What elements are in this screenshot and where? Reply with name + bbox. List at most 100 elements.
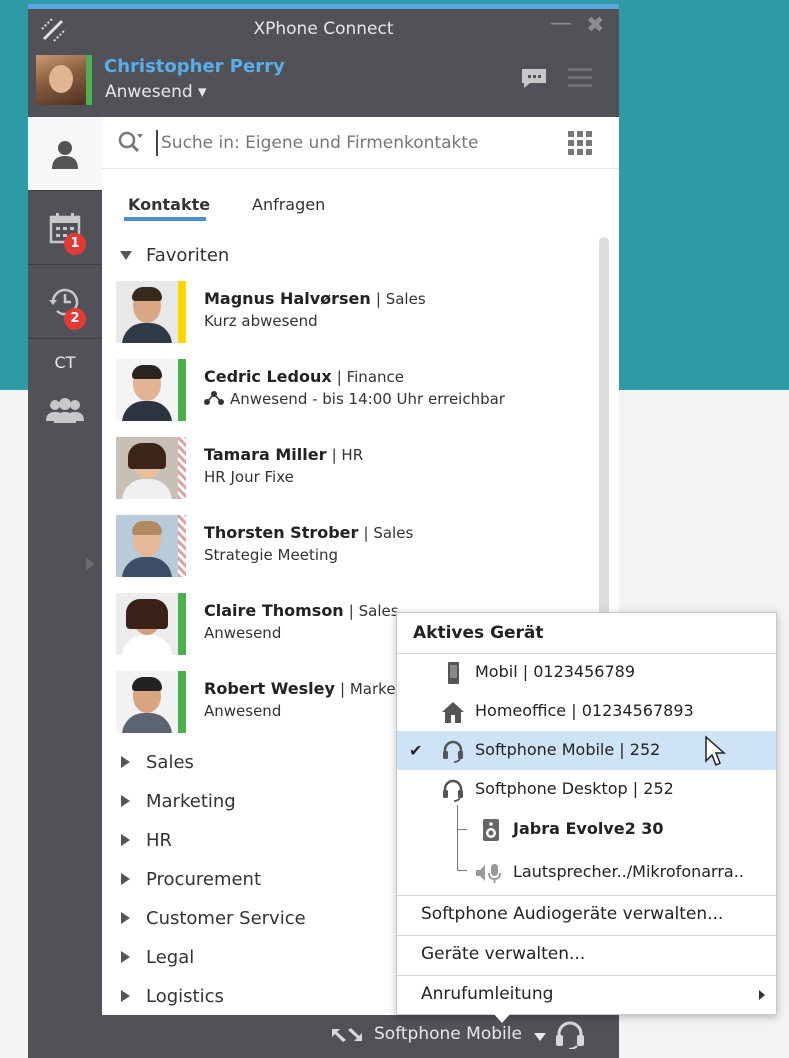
contact-name: Tamara Miller [204,445,327,464]
contact-status: Kurz abwesend [204,312,318,330]
user-status-dropdown[interactable]: Anwesend ▾ [105,82,207,102]
contact-status: Anwesend - bis 14:00 Uhr erreichbar [230,390,505,408]
presence-indicator [178,359,186,421]
headset-icon [443,740,463,763]
group-label: Logistics [146,986,224,1007]
expand-arrow-icon[interactable] [86,557,94,571]
share-icon [204,391,224,405]
expand-triangle-icon [121,834,130,846]
expand-triangle-icon [121,990,130,1002]
contact-photo [116,437,178,499]
expand-triangle-icon [121,756,130,768]
device-label: Softphone Desktop | 252 [475,779,674,798]
speaker-microphone-icon [476,864,501,883]
contact-department: | Market [340,680,402,698]
device-label: Mobil | 0123456789 [475,662,635,681]
device-dropdown-caret-icon[interactable] [534,1033,546,1041]
contact-name: Cedric Ledoux [204,367,332,386]
contact-department: | HR [331,446,364,464]
left-navigation: 1 2 CT [28,117,102,1015]
contact-tabs: Kontakte Anfragen [102,169,619,221]
expand-triangle-icon [121,873,130,885]
contact-photo [116,281,178,343]
nav-ct[interactable]: CT [28,339,102,385]
device-label: Lautsprecher../Mikrofonarra.. [513,862,744,881]
contact-department: | Sales [375,290,426,308]
sub-device-jabra[interactable]: Jabra Evolve2 30 [397,810,776,849]
contact-status: Anwesend [204,624,282,642]
active-device-menu: Aktives Gerät Mobil | 0123456789 Homeoff… [396,612,777,1015]
dialpad-grid-icon[interactable] [568,131,592,155]
contact-department: | Finance [336,368,404,386]
presence-indicator [178,515,186,577]
group-icon [46,398,84,423]
device-label: Softphone Mobile | 252 [475,740,661,759]
presence-indicator [178,437,186,499]
sub-device-speaker-mic[interactable]: Lautsprecher../Mikrofonarra.. [397,853,776,892]
group-favorites[interactable]: Favoriten [102,238,598,277]
tab-contacts[interactable]: Kontakte [128,195,210,214]
call-forwarding-item[interactable]: Anrufumleitung [397,975,776,1015]
contact-photo [116,359,178,421]
manage-audio-devices-item[interactable]: Softphone Audiogeräte verwalten... [397,895,776,935]
contact-name: Thorsten Strober [204,523,359,542]
manage-devices-item[interactable]: Geräte verwalten... [397,935,776,975]
user-avatar[interactable] [36,55,86,105]
home-icon [442,702,464,723]
active-tab-indicator [124,217,206,221]
headset-icon[interactable] [554,1021,586,1049]
contact-row[interactable]: Cedric Ledoux | Finance Anwesend - bis 1… [102,355,598,433]
status-bar: Softphone Mobile [102,1015,619,1054]
headset-icon [443,779,463,802]
device-item-mobil[interactable]: Mobil | 0123456789 [397,653,776,692]
contact-name: Robert Wesley [204,679,335,698]
submenu-arrow-icon [759,990,765,1000]
contact-status: Strategie Meeting [204,546,339,564]
group-label: Customer Service [146,908,306,929]
contact-photo [116,515,178,577]
nav-history[interactable]: 2 [28,265,102,339]
person-icon [52,140,78,169]
user-presence-indicator [86,55,92,105]
device-label: Homeoffice | 01234567893 [475,701,694,720]
contact-row[interactable]: Thorsten Strober | Sales Strategie Meeti… [102,511,598,589]
title-bar[interactable]: XPhone Connect — ✖ [28,9,619,53]
checkmark-icon: ✔ [409,741,423,760]
active-device-label[interactable]: Softphone Mobile [374,1024,522,1044]
contact-photo [116,593,178,655]
user-name: Christopher Perry [104,56,285,77]
swap-arrows-icon[interactable] [330,1027,364,1043]
close-button[interactable]: ✖ [586,15,604,37]
mobile-phone-icon [448,662,459,684]
presence-indicator [178,671,186,733]
history-badge: 2 [64,308,86,330]
nav-contacts[interactable] [28,117,102,191]
contact-row[interactable]: Magnus Halvørsen | Sales Kurz abwesend [102,277,598,355]
group-label: HR [146,830,173,851]
device-item-homeoffice[interactable]: Homeoffice | 01234567893 [397,692,776,731]
nav-groups[interactable] [28,385,102,437]
window-title: XPhone Connect [253,19,394,39]
chat-icon[interactable] [520,67,548,89]
mouse-cursor-icon [705,735,726,767]
popup-pointer [493,1013,511,1023]
tab-requests[interactable]: Anfragen [252,195,325,214]
group-label: Procurement [146,869,262,890]
search-icon[interactable] [118,131,144,155]
minimize-button[interactable]: — [550,13,572,35]
scrollbar[interactable] [599,237,609,617]
contact-name: Magnus Halvørsen [204,289,371,308]
expand-triangle-icon [121,951,130,963]
contact-photo [116,671,178,733]
device-item-softphone-desktop[interactable]: Softphone Desktop | 252 [397,770,776,809]
presence-indicator [178,281,186,343]
group-label: Marketing [146,791,236,812]
nav-calendar[interactable]: 1 [28,191,102,265]
contact-name: Claire Thomson [204,601,344,620]
hamburger-menu-icon[interactable] [568,65,592,89]
menu-title: Aktives Gerät [413,623,544,643]
menu-item-label: Anrufumleitung [421,984,554,1004]
contact-row[interactable]: Tamara Miller | HR HR Jour Fixe [102,433,598,511]
expand-triangle-icon [121,795,130,807]
search-input[interactable] [156,130,526,156]
